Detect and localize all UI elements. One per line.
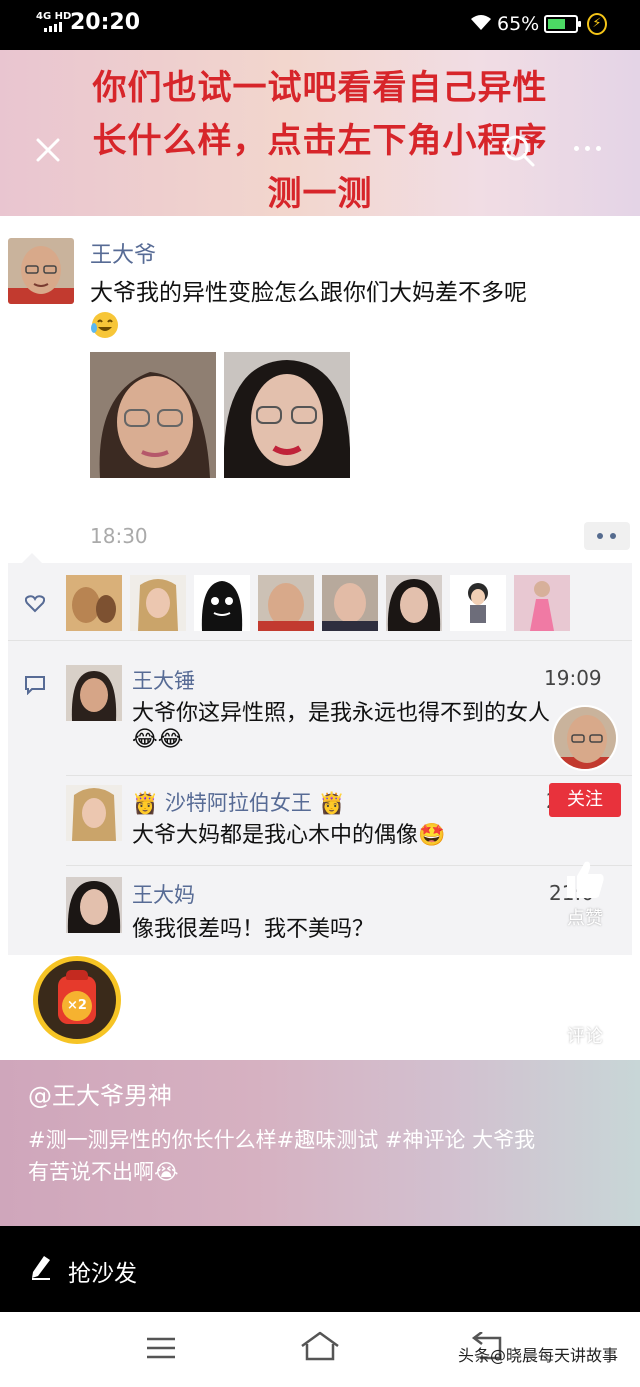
like-avatar[interactable]: [258, 575, 314, 631]
comment-text: 大爷大妈都是我心木中的偶像🤩: [132, 823, 446, 848]
like-avatar[interactable]: [322, 575, 378, 631]
search-icon[interactable]: [500, 132, 538, 170]
comment-avatar[interactable]: [66, 785, 122, 841]
like-avatar[interactable]: [130, 575, 186, 631]
wifi-icon: [471, 15, 491, 30]
close-icon[interactable]: [30, 132, 66, 168]
home-icon[interactable]: [298, 1330, 342, 1362]
comment-author-name[interactable]: 王大锤: [132, 665, 195, 695]
battery-percent: 65%: [497, 13, 540, 35]
menu-icon[interactable]: [146, 1336, 176, 1360]
comment-input-placeholder: 抢沙发: [68, 1261, 137, 1287]
red-packet-button[interactable]: ×2: [33, 956, 121, 1044]
charging-icon: ⚡: [587, 13, 607, 35]
thumbs-up-icon: [567, 861, 604, 898]
signal-icon: [44, 22, 62, 32]
like-avatar[interactable]: [194, 575, 250, 631]
comment-time: 19:09: [544, 666, 602, 690]
comment-author-name[interactable]: 👸 沙特阿拉伯女王 👸: [132, 787, 345, 817]
comment-avatar[interactable]: [66, 665, 122, 721]
comment-avatar[interactable]: [66, 877, 122, 933]
watermark: 头条@晓晨每天讲故事: [458, 1346, 619, 1365]
like-avatar[interactable]: [450, 575, 506, 631]
like-label: 点赞: [567, 908, 603, 929]
post-action-button[interactable]: [584, 522, 630, 550]
pen-icon: [32, 1256, 50, 1280]
post-photo-1[interactable]: [90, 352, 216, 478]
likes-divider: [8, 640, 632, 641]
post-author-avatar[interactable]: [8, 238, 74, 304]
more-icon[interactable]: [574, 146, 601, 151]
like-avatar[interactable]: [66, 575, 122, 631]
network-indicator: 4G HD: [36, 11, 72, 22]
banner-text: 你们也试一试吧看看自己异性长什么样，点击左下角小程序测一测: [92, 68, 548, 214]
creator-avatar[interactable]: [552, 705, 618, 771]
comment-button[interactable]: 评论: [554, 978, 616, 1048]
comment-input-bar[interactable]: 抢沙发: [0, 1226, 640, 1312]
status-bar: 4G HD 20:20 65% ⚡: [0, 0, 640, 50]
like-avatar[interactable]: [514, 575, 570, 631]
top-banner: 你们也试一试吧看看自己异性长什么样，点击左下角小程序测一测: [0, 50, 640, 216]
comment-text: 大爷你这异性照，是我永远也得不到的女人: [132, 701, 551, 726]
comment-icon: [25, 676, 45, 695]
speech-bubble-icon: [565, 980, 605, 1016]
post-author-name[interactable]: 王大爷: [90, 237, 156, 269]
app-root: 4G HD 20:20 65% ⚡ 你们也试一试吧看看自己异性长什么样，点击左下…: [0, 0, 640, 1387]
comment-text: 像我很差吗！我不美吗？: [132, 917, 375, 942]
laughing-crying-emoji-icon: [91, 312, 118, 338]
post-text: 大爷我的异性变脸怎么跟你们大妈差不多呢: [90, 280, 527, 306]
likes-comments-box: 王大锤 19:09 大爷你这异性照，是我永远也得不到的女人 😂😂 👸 沙特阿拉伯…: [8, 553, 632, 955]
follow-button[interactable]: 关注: [549, 783, 621, 817]
red-packet-badge: ×2: [62, 991, 92, 1021]
comment-label: 评论: [567, 1026, 603, 1047]
like-avatar[interactable]: [386, 575, 442, 631]
princess-icon: 👸: [132, 791, 159, 815]
princess-icon: 👸: [318, 791, 345, 815]
video-caption: #测一测异性的你长什么样#趣味测试 #神评论 大爷我有苦说不出啊😭: [28, 1128, 536, 1184]
comment-separator: [66, 775, 632, 776]
comment-separator: [66, 865, 632, 866]
comment-author-name[interactable]: 王大妈: [132, 879, 195, 909]
battery-icon: [544, 15, 581, 33]
video-author[interactable]: @王大爷男神: [28, 1076, 172, 1111]
status-time: 20:20: [70, 10, 141, 35]
post-time: 18:30: [90, 524, 148, 548]
post-photo-2[interactable]: [224, 352, 350, 478]
comment-emojis: 😂😂: [132, 727, 184, 752]
heart-icon: [25, 595, 45, 613]
like-button[interactable]: 点赞: [554, 858, 616, 930]
